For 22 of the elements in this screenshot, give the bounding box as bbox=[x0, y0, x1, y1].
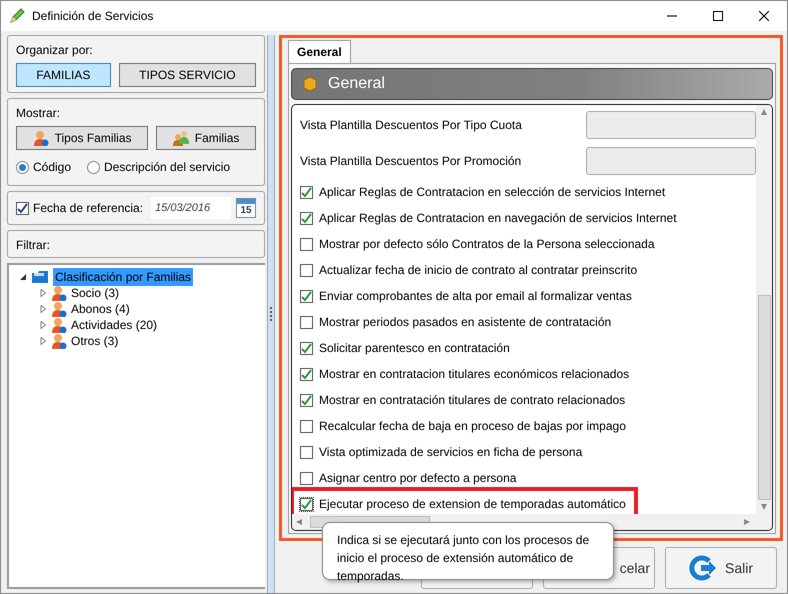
setting-label: Vista Plantilla Descuentos Por Tipo Cuota bbox=[300, 117, 522, 134]
setting-label: Vista Plantilla Descuentos Por Promoción bbox=[300, 153, 522, 170]
checkbox-label: Aplicar Reglas de Contratacion en selección de servicios Internet bbox=[319, 184, 666, 201]
checkbox-label: Solicitar parentesco en contratación bbox=[319, 340, 510, 357]
checkbox-label: Mostrar en contratación titulares de contrato relacionados bbox=[319, 392, 626, 409]
checkbox-label: Enviar comprobantes de alta por email al formalizar ventas bbox=[319, 288, 632, 305]
checkbox-label: Asignar centro por defecto a persona bbox=[319, 470, 516, 487]
checkbox-label: Mostrar periodos pasados en asistente de contratación bbox=[319, 314, 612, 331]
group-label: Organizar por: bbox=[16, 42, 94, 59]
checkbox-label: Mostrar por defecto sólo Contratos de la Persona seleccionada bbox=[319, 236, 655, 253]
checkbox-label: Ejecutar proceso de extension de temporadas automático bbox=[319, 496, 626, 513]
group-label: Mostrar: bbox=[16, 105, 62, 122]
checkbox-label: Fecha de referencia: bbox=[33, 200, 144, 217]
checkbox-label: Actualizar fecha de inicio de contrato al contratar preinscrito bbox=[319, 262, 638, 279]
filter-label: Filtrar: bbox=[16, 238, 50, 252]
checkbox-label: Mostrar en contratacion titulares económicos relacionados bbox=[319, 366, 630, 383]
checkbox-label: Recalcular fecha de baja en proceso de bajas por impago bbox=[319, 418, 626, 435]
window-title: Definición de Servicios bbox=[32, 8, 154, 25]
checkbox-label: Aplicar Reglas de Contratacion en navegación de servicios Internet bbox=[319, 210, 677, 227]
tooltip: Indica si se ejecutará junto con los procesos de inicio el proceso de extensión automático de temporadas. bbox=[322, 522, 614, 580]
checkbox-label: Vista optimizada de servicios en ficha de persona bbox=[319, 444, 582, 461]
section-title: General bbox=[328, 74, 385, 94]
